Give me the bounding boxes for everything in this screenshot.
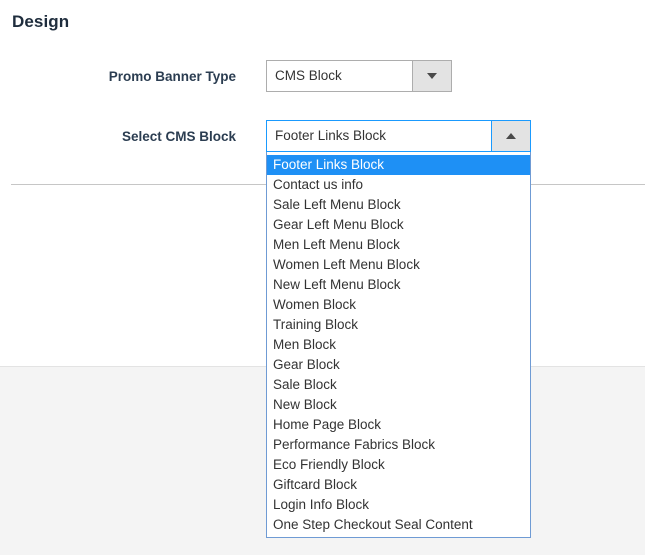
option-item[interactable]: Performance Fabrics Block: [267, 435, 530, 455]
option-item[interactable]: Training Block: [267, 315, 530, 335]
option-item[interactable]: Women Left Menu Block: [267, 255, 530, 275]
select-cms-block-options-list[interactable]: Footer Links Block Contact us info Sale Le…: [266, 152, 531, 538]
option-item[interactable]: Home Page Block: [267, 415, 530, 435]
option-item[interactable]: Men Block: [267, 335, 530, 355]
chevron-up-icon: [506, 133, 516, 139]
option-item[interactable]: One Step Checkout Seal Content: [267, 515, 530, 535]
select-cms-block-select[interactable]: Footer Links Block: [266, 120, 531, 152]
promo-banner-type-toggle[interactable]: [412, 61, 451, 91]
page-title: Design: [12, 12, 70, 31]
option-item[interactable]: Gear Left Menu Block: [267, 215, 530, 235]
promo-banner-type-select[interactable]: CMS Block: [266, 60, 452, 92]
option-item[interactable]: New Block: [267, 395, 530, 415]
promo-banner-type-value: CMS Block: [267, 61, 412, 91]
option-item[interactable]: Sale Block: [267, 375, 530, 395]
option-item[interactable]: Gear Block: [267, 355, 530, 375]
option-item[interactable]: Men Left Menu Block: [267, 235, 530, 255]
field-row-promo-banner-type: Promo Banner Type CMS Block: [0, 60, 648, 94]
option-item[interactable]: Footer Links Block: [267, 155, 530, 175]
option-item[interactable]: Contact us info: [267, 175, 530, 195]
option-item[interactable]: Eco Friendly Block: [267, 455, 530, 475]
option-item[interactable]: Sale Left Menu Block: [267, 195, 530, 215]
select-cms-block-toggle[interactable]: [491, 121, 530, 151]
field-label-select-cms-block: Select CMS Block: [121, 129, 236, 144]
option-item[interactable]: Giftcard Block: [267, 475, 530, 495]
chevron-down-icon: [427, 73, 437, 79]
option-item[interactable]: Women Block: [267, 295, 530, 315]
option-item[interactable]: Login Info Block: [267, 495, 530, 515]
option-item[interactable]: New Left Menu Block: [267, 275, 530, 295]
select-cms-block-value: Footer Links Block: [267, 121, 491, 151]
field-row-select-cms-block: Select CMS Block Footer Links Block: [0, 120, 648, 154]
field-label-promo-banner-type: Promo Banner Type: [108, 69, 236, 84]
